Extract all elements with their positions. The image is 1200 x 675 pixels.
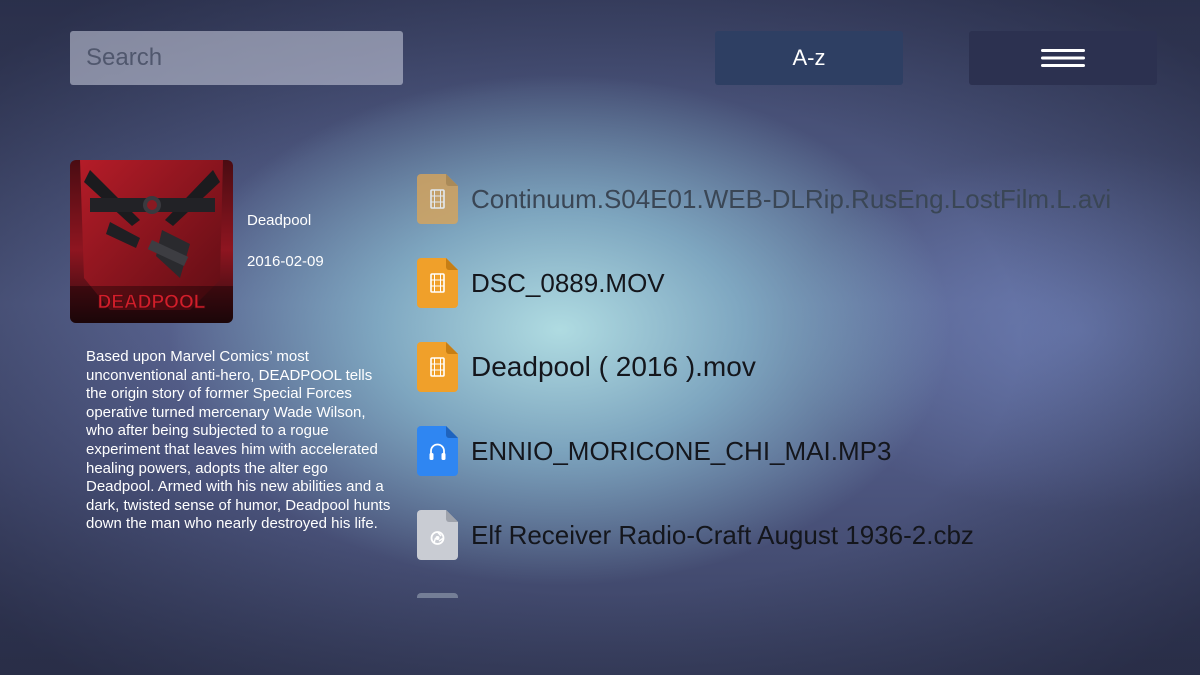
sort-button-label: A-z [792, 45, 826, 70]
file-row[interactable]: Elf Receiver Radio-Craft August 1936-2.c… [417, 507, 974, 563]
movie-poster: DEADPOOL [70, 160, 233, 323]
video-file-icon [417, 342, 458, 392]
file-name: Elf Receiver Radio-Craft August 1936-2.c… [471, 519, 974, 550]
next-file-icon-partial [417, 593, 458, 598]
media-description: Based upon Marvel Comics’ most unconvent… [86, 348, 391, 533]
search-input[interactable] [84, 43, 389, 73]
search-field[interactable] [70, 31, 403, 85]
poster-logo-text: DEADPOOL [98, 292, 206, 313]
file-name: ENNIO_MORICONE_CHI_MAI.MP3 [471, 435, 892, 466]
hamburger-icon [1041, 49, 1085, 67]
file-row[interactable]: Continuum.S04E01.WEB-DLRip.RusEng.LostFi… [417, 171, 1111, 227]
media-title: Deadpool [247, 212, 312, 229]
sort-button[interactable]: A-z [715, 31, 903, 85]
file-row[interactable]: Deadpool ( 2016 ).mov [417, 339, 756, 395]
file-row[interactable]: DSC_0889.MOV [417, 255, 665, 311]
video-file-icon [417, 174, 458, 224]
menu-button[interactable] [969, 31, 1157, 85]
video-file-icon [417, 258, 458, 308]
file-list[interactable]: Continuum.S04E01.WEB-DLRip.RusEng.LostFi… [417, 171, 1177, 598]
archive-file-icon [417, 510, 458, 560]
file-name: Continuum.S04E01.WEB-DLRip.RusEng.LostFi… [471, 183, 1112, 214]
file-name: DSC_0889.MOV [471, 267, 665, 298]
media-date: 2016-02-09 [247, 253, 324, 270]
file-row[interactable]: ENNIO_MORICONE_CHI_MAI.MP3 [417, 423, 891, 479]
file-name: Deadpool ( 2016 ).mov [471, 351, 756, 382]
audio-file-icon [417, 426, 458, 476]
